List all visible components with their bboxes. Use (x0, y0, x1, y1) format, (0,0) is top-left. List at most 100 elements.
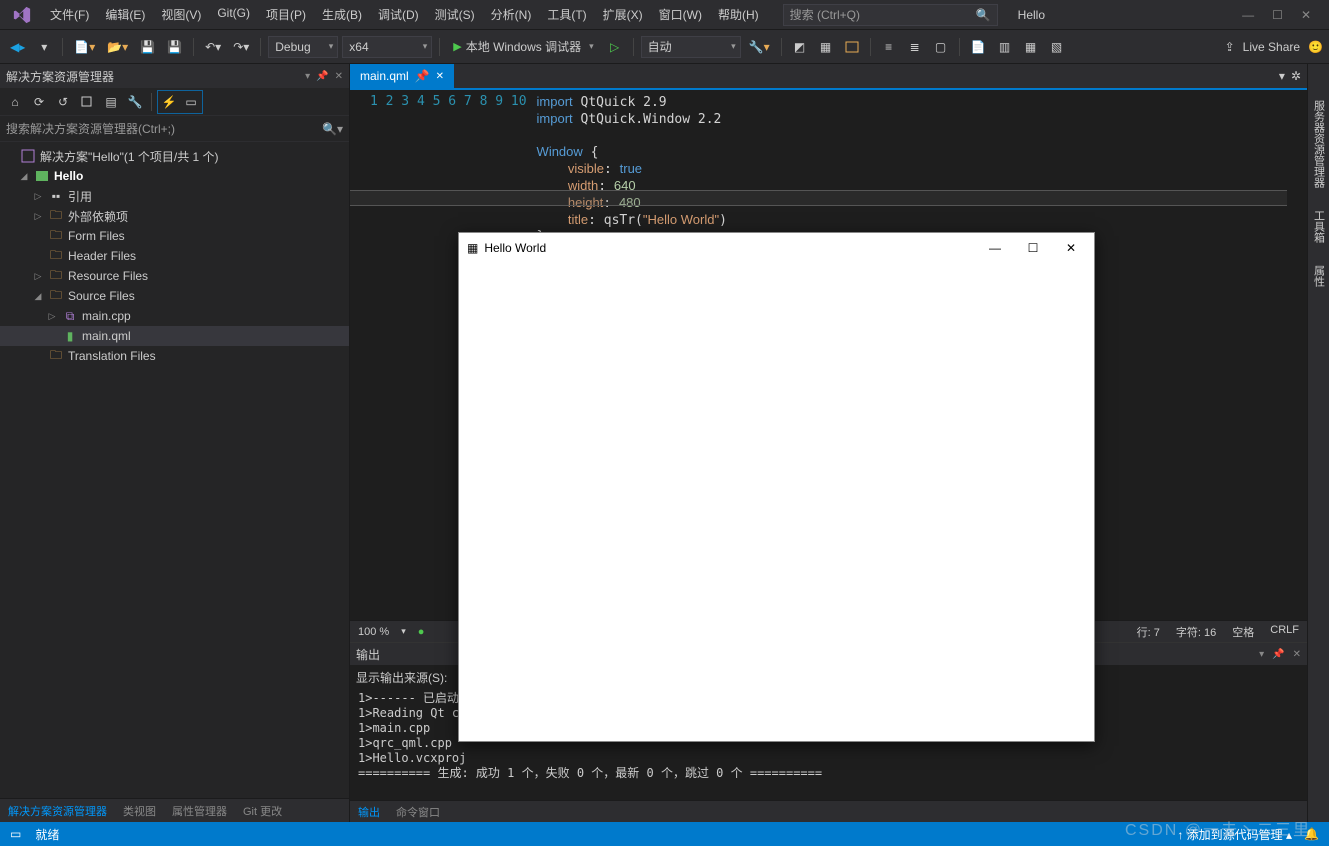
redo-button[interactable]: ↷▾ (229, 36, 253, 58)
source-control-button[interactable]: ↑ 添加到源代码管理 ▴ (1177, 826, 1292, 843)
undo-button[interactable]: ↶▾ (201, 36, 225, 58)
explorer-toolbar: ⌂ ⟳ ↺ ▤ 🔧 ⚡ ▭ (0, 88, 349, 116)
app-minimize-icon[interactable]: — (980, 241, 1010, 255)
dock-tab[interactable]: 工具箱 (1309, 204, 1329, 249)
tree-external-deps[interactable]: ▷🗀外部依赖项 (0, 206, 349, 226)
explorer-search-input[interactable]: 搜索解决方案资源管理器(Ctrl+;) 🔍▾ (0, 116, 349, 142)
status-bar: ▭ 就绪 ↑ 添加到源代码管理 ▴ 🔔 (0, 822, 1329, 846)
tb-icon-5[interactable]: ≣ (904, 36, 926, 58)
tree-references[interactable]: ▷▪▪引用 (0, 186, 349, 206)
tree-main-qml[interactable]: ▮main.qml (0, 326, 349, 346)
menu-item[interactable]: 生成(B) (314, 2, 370, 27)
live-share-button[interactable]: Live Share (1243, 40, 1300, 54)
tb-icon-1[interactable]: ◩ (789, 36, 811, 58)
sidebar-bottom-tab[interactable]: 类视图 (115, 799, 164, 823)
run-button[interactable]: ▶本地 Windows 调试器▾ (447, 36, 599, 58)
build-button[interactable]: 🔧▾ (745, 36, 774, 58)
indent-mode[interactable]: 空格 (1232, 624, 1254, 640)
refresh-icon[interactable]: ↺ (52, 91, 74, 113)
menu-item[interactable]: 分析(N) (483, 2, 540, 27)
tree-project[interactable]: ◢Hello (0, 166, 349, 186)
nav-fwd-button[interactable]: ▾ (33, 36, 55, 58)
close-tab-icon[interactable]: ✕ (436, 71, 444, 82)
properties-icon[interactable]: 🔧 (124, 91, 146, 113)
maximize-icon[interactable]: ☐ (1272, 8, 1283, 22)
sidebar-bottom-tab[interactable]: Git 更改 (235, 799, 290, 823)
tab-dropdown-icon[interactable]: ▾ (1279, 69, 1285, 83)
output-source-label: 显示输出来源(S): (356, 669, 447, 686)
menu-item[interactable]: 帮助(H) (710, 2, 767, 27)
collapse-icon[interactable] (76, 91, 98, 113)
close-icon[interactable]: ✕ (1301, 8, 1311, 22)
view-code-icon[interactable]: ⚡ (158, 91, 180, 113)
tree-solution-root[interactable]: 解决方案"Hello"(1 个项目/共 1 个) (0, 146, 349, 166)
menu-item[interactable]: 调试(D) (370, 2, 427, 27)
menu-item[interactable]: 测试(S) (427, 2, 483, 27)
sync-icon[interactable]: ⟳ (28, 91, 50, 113)
app-close-icon[interactable]: ✕ (1056, 241, 1086, 255)
minimize-icon[interactable]: — (1242, 8, 1254, 22)
save-all-button[interactable]: 💾 (163, 36, 186, 58)
menu-item[interactable]: 窗口(W) (651, 2, 710, 27)
dock-tab[interactable]: 属性 (1309, 259, 1329, 293)
pin-icon[interactable]: 📌 (316, 71, 328, 82)
menu-item[interactable]: 编辑(E) (97, 2, 153, 27)
sidebar-bottom-tab[interactable]: 解决方案资源管理器 (0, 799, 115, 823)
tb-icon-10[interactable]: ▧ (1046, 36, 1068, 58)
app-maximize-icon[interactable]: ☐ (1018, 241, 1048, 255)
tree-resource-files[interactable]: ▷🗀Resource Files (0, 266, 349, 286)
tb-icon-7[interactable]: 📄 (967, 36, 990, 58)
menu-item[interactable]: 视图(V) (153, 2, 209, 27)
nav-back-button[interactable]: ◀▸ (6, 36, 29, 58)
dock-tab[interactable]: 服务器资源管理器 (1309, 94, 1329, 194)
tb-icon-4[interactable]: ≡ (878, 36, 900, 58)
liveshare-icon[interactable]: ⇪ (1225, 40, 1235, 54)
config-dropdown[interactable]: Debug (268, 36, 338, 58)
sidebar-bottom-tab[interactable]: 属性管理器 (164, 799, 235, 823)
menu-item[interactable]: 扩展(X) (595, 2, 651, 27)
platform-dropdown[interactable]: x64 (342, 36, 432, 58)
new-item-button[interactable]: 📄▾ (70, 36, 99, 58)
project-icon (34, 168, 50, 184)
tree-source-files[interactable]: ◢🗀Source Files (0, 286, 349, 306)
auto-dropdown[interactable]: 自动 (641, 36, 741, 58)
home-icon[interactable]: ⌂ (4, 91, 26, 113)
panel-menu-icon[interactable]: ▾ (305, 71, 310, 82)
pin-tab-icon[interactable]: 📌 (415, 69, 430, 83)
app-window-hello[interactable]: ▦ Hello World — ☐ ✕ (458, 232, 1095, 742)
output-tab[interactable]: 命令窗口 (388, 800, 448, 824)
view-designer-icon[interactable]: ▭ (180, 91, 202, 113)
tree-form-files[interactable]: 🗀Form Files (0, 226, 349, 246)
run-noDebug-button[interactable]: ▷ (604, 36, 626, 58)
menu-item[interactable]: 项目(P) (258, 2, 314, 27)
menu-item[interactable]: 工具(T) (539, 2, 594, 27)
zoom-level[interactable]: 100 % (358, 626, 389, 638)
folder-icon: 🗀 (48, 288, 64, 304)
show-all-icon[interactable]: ▤ (100, 91, 122, 113)
tb-icon-6[interactable]: ▢ (930, 36, 952, 58)
open-button[interactable]: 📂▾ (103, 36, 132, 58)
editor-tab-row: main.qml 📌 ✕ ▾ ✲ (350, 64, 1307, 90)
quick-search-input[interactable]: 搜索 (Ctrl+Q) 🔍 (783, 4, 998, 26)
tab-settings-icon[interactable]: ✲ (1291, 69, 1301, 83)
tb-icon-9[interactable]: ▦ (1020, 36, 1042, 58)
close-panel-icon[interactable]: ✕ (335, 71, 343, 82)
close-panel-icon[interactable]: ✕ (1293, 649, 1301, 660)
eol-mode[interactable]: CRLF (1270, 624, 1299, 640)
editor-tab-mainqml[interactable]: main.qml 📌 ✕ (350, 64, 454, 88)
tb-icon-3[interactable] (841, 36, 863, 58)
tree-translation-files[interactable]: 🗀Translation Files (0, 346, 349, 366)
notifications-icon[interactable]: 🔔 (1304, 827, 1319, 841)
panel-menu-icon[interactable]: ▾ (1259, 649, 1264, 660)
menu-item[interactable]: 文件(F) (42, 2, 97, 27)
feedback-icon[interactable]: 🙂 (1308, 40, 1323, 54)
tree-header-files[interactable]: 🗀Header Files (0, 246, 349, 266)
tb-icon-2[interactable]: ▦ (815, 36, 837, 58)
save-button[interactable]: 💾 (136, 36, 159, 58)
menu-item[interactable]: Git(G) (209, 2, 258, 27)
pin-icon[interactable]: 📌 (1272, 649, 1284, 660)
tree-main-cpp[interactable]: ▷⧉main.cpp (0, 306, 349, 326)
tb-icon-8[interactable]: ▥ (994, 36, 1016, 58)
play-icon: ▶ (453, 40, 461, 53)
output-tab[interactable]: 输出 (350, 800, 388, 824)
